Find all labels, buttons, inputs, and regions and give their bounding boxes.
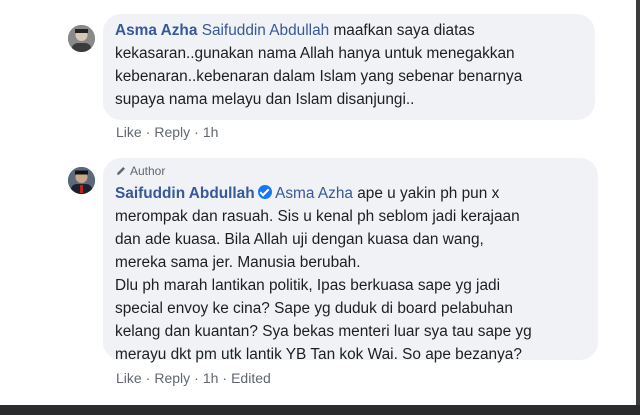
comment-actions: Like · Reply · 1h: [116, 124, 218, 140]
window-border-bottom: [0, 405, 640, 415]
separator: ·: [145, 370, 151, 386]
comment-text: kebenaran..kebenaran dalam Islam yang se…: [115, 68, 523, 85]
verified-badge-icon: [257, 185, 272, 199]
author-badge-label: Author: [130, 164, 166, 178]
comment-text: merompak dan rasuah. Sis u kenal ph sebl…: [115, 208, 520, 225]
separator: ·: [194, 370, 199, 386]
like-button[interactable]: Like: [116, 370, 142, 386]
comment-text: kekasaran..gunakan nama Allah hanya untu…: [115, 45, 515, 62]
comment-text: mereka sama jer. Manusia berubah.: [115, 254, 361, 271]
separator: ·: [194, 124, 199, 140]
comment-text: supaya nama melayu dan Islam disanjungi.…: [115, 91, 415, 108]
author-badge: Author: [115, 164, 165, 178]
commenter-avatar[interactable]: [68, 167, 95, 194]
comment-text: kelang dan kuantan? Sya bekas menteri lu…: [115, 323, 532, 340]
timestamp[interactable]: 1h: [203, 370, 219, 386]
comment-text: dan ade kuasa. Bila Allah uji dengan kua…: [115, 231, 484, 248]
comment-text: maafkan saya diatas: [329, 22, 475, 39]
mention-link[interactable]: Saifuddin Abdullah: [202, 22, 330, 39]
mention-link[interactable]: Asma Azha: [275, 185, 353, 202]
window-border-right: [636, 0, 640, 415]
comment-line: Asma Azha Saifuddin Abdullah maafkan say…: [115, 20, 475, 43]
comment-actions: Like · Reply · 1h · Edited: [116, 370, 271, 386]
timestamp[interactable]: 1h: [203, 124, 219, 140]
user-avatar-icon: [68, 25, 95, 52]
user-avatar-icon: [68, 167, 95, 194]
comment-text: ape u yakin ph pun x: [352, 185, 500, 202]
like-button[interactable]: Like: [116, 124, 142, 140]
commenter-avatar[interactable]: [68, 25, 95, 52]
reply-button[interactable]: Reply: [154, 124, 190, 140]
reply-button[interactable]: Reply: [154, 370, 190, 386]
pencil-icon: [117, 167, 125, 175]
comment-author-name[interactable]: Asma Azha: [115, 22, 197, 39]
comment-author-name[interactable]: Saifuddin Abdullah: [115, 185, 255, 202]
comment-line: Saifuddin Abdullah Asma Azha ape u yakin…: [115, 183, 499, 206]
separator: ·: [222, 370, 228, 386]
edited-label[interactable]: Edited: [231, 370, 271, 386]
comment-text: merayu dkt pm utk lantik YB Tan kok Wai.…: [115, 346, 522, 363]
comment-text: special envoy ke cina? Sape yg duduk di …: [115, 300, 513, 317]
comment-text: Dlu ph marah lantikan politik, Ipas berk…: [115, 277, 500, 294]
separator: ·: [145, 124, 151, 140]
